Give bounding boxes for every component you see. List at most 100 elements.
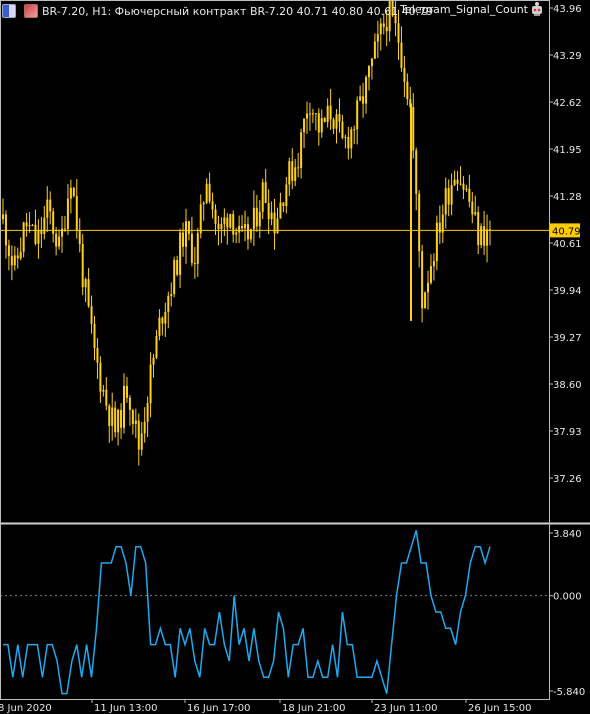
- time-tick-label: 16 Jun 17:00: [187, 703, 251, 714]
- candle-body: [81, 244, 84, 288]
- candle-body: [34, 224, 37, 244]
- time-tick-label: 11 Jun 13:00: [94, 703, 158, 714]
- candle-body: [72, 187, 75, 197]
- candle-body: [444, 188, 447, 215]
- candle-body: [329, 105, 332, 120]
- candle-body: [131, 409, 134, 424]
- candle-body: [270, 212, 273, 220]
- time-tick-label: 18 Jun 21:00: [282, 703, 346, 714]
- candle-body: [84, 279, 87, 288]
- candle-body: [10, 256, 13, 266]
- candle-body: [429, 266, 432, 283]
- candle-body: [176, 259, 179, 275]
- candle-body: [376, 34, 379, 42]
- candle-body: [317, 113, 320, 133]
- candle-body: [214, 209, 217, 224]
- indicator-subwindow: [0, 530, 549, 695]
- candle-body: [303, 118, 306, 133]
- candle-body: [75, 196, 78, 231]
- price-candles: [2, 0, 491, 466]
- candle-body: [161, 317, 164, 324]
- candle-body: [149, 364, 152, 404]
- price-tick-label: 37.93: [553, 427, 582, 438]
- candle-body: [373, 41, 376, 59]
- candle-body: [359, 96, 362, 101]
- candle-body: [7, 245, 10, 257]
- indicator-axis: 3.840 0.000 -5.840: [549, 529, 585, 698]
- candle-body: [335, 114, 338, 129]
- price-tick-label: 42.62: [553, 98, 582, 109]
- candle-body: [13, 255, 16, 266]
- current-price-label: 40.79: [552, 226, 581, 237]
- candle-body: [397, 23, 400, 43]
- candle-body: [347, 136, 350, 149]
- price-tick-label: 40.61: [553, 239, 582, 250]
- candle-body: [16, 255, 19, 259]
- candle-body: [40, 230, 43, 235]
- candle-body: [69, 187, 72, 199]
- candle-body: [480, 226, 483, 245]
- candle-body: [28, 225, 31, 227]
- candle-body: [382, 23, 385, 27]
- candle-body: [31, 224, 34, 226]
- candle-body: [267, 202, 270, 220]
- candle-body: [205, 183, 208, 203]
- candle-body: [87, 279, 90, 307]
- candle-body: [320, 118, 323, 133]
- candle-body: [208, 183, 211, 202]
- candle-body: [459, 183, 462, 185]
- candle-body: [167, 295, 170, 312]
- candle-body: [223, 217, 226, 225]
- chart-window-icon[interactable]: [2, 4, 16, 18]
- price-tick-label: 41.28: [553, 192, 582, 203]
- candle-body: [353, 129, 356, 131]
- candle-body: [285, 184, 288, 207]
- candle-body: [226, 217, 229, 228]
- chart-header: BR-7.20, H1: Фьючерсный контракт BR-7.20…: [0, 2, 433, 20]
- chart-canvas: 43.96 43.29 42.62 41.95 41.28 40.61 39.94 39.27…: [0, 0, 590, 714]
- candle-body: [435, 222, 438, 262]
- candle-body: [152, 357, 155, 365]
- candle-body: [55, 233, 58, 247]
- candle-body: [294, 167, 297, 181]
- candle-body: [123, 385, 126, 428]
- candle-body: [143, 421, 146, 434]
- candle-body: [199, 204, 202, 234]
- price-axis: 43.96 43.29 42.62 41.95 41.28 40.61 39.94 39.27…: [549, 4, 582, 485]
- candle-body: [297, 167, 300, 169]
- candle-body: [471, 201, 474, 215]
- candle-body: [66, 198, 69, 229]
- candle-body: [196, 233, 199, 265]
- symbol-info: BR-7.20, H1: Фьючерсный контракт BR-7.20…: [42, 4, 434, 18]
- candle-body: [427, 282, 430, 293]
- candle-body: [477, 212, 480, 245]
- candle-body: [483, 226, 486, 246]
- candle-body: [311, 113, 314, 115]
- candle-body: [356, 100, 359, 130]
- expert-robot-icon[interactable]: [530, 1, 544, 17]
- candle-body: [193, 262, 196, 265]
- candle-body: [220, 224, 223, 230]
- candle-body: [120, 409, 123, 428]
- candle-body: [362, 96, 365, 104]
- candle-body: [412, 106, 415, 151]
- candle-body: [90, 306, 93, 324]
- candle-body: [43, 217, 46, 235]
- indicator-tick-label: 0.000: [553, 592, 582, 603]
- candle-body: [258, 211, 261, 227]
- candle-body: [46, 199, 49, 218]
- candle-body: [232, 213, 235, 235]
- candle-body: [111, 407, 114, 426]
- candle-body: [37, 230, 40, 244]
- candle-body: [63, 228, 66, 230]
- candle-body: [350, 129, 353, 149]
- candle-body: [128, 397, 131, 410]
- candle-body: [184, 221, 187, 247]
- candle-body: [182, 232, 185, 247]
- candle-body: [424, 292, 427, 309]
- price-tick-label: 43.96: [553, 4, 582, 15]
- indicator-tick-label: 3.840: [553, 529, 582, 540]
- candle-body: [432, 261, 435, 267]
- candle-body: [421, 251, 424, 309]
- candle-body: [415, 150, 418, 194]
